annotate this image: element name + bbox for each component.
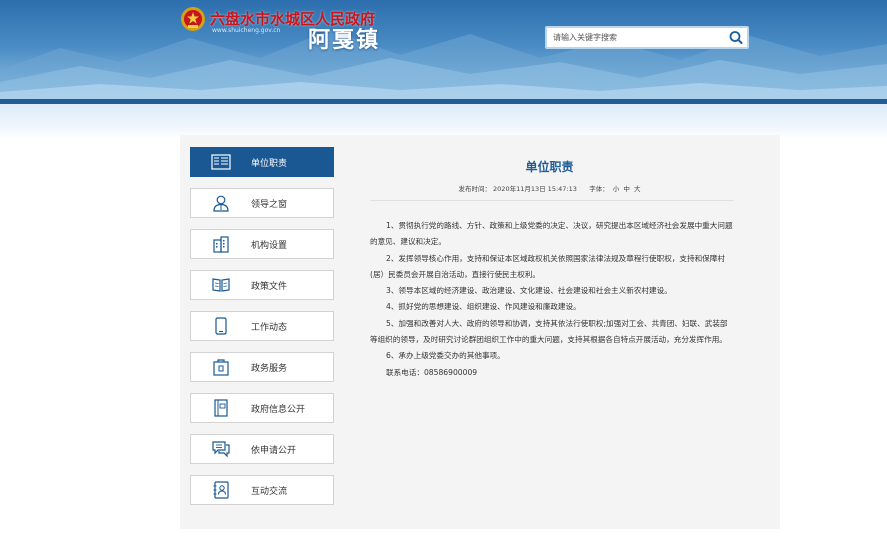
article-paragraph: 1、贯彻执行党的路线、方针、政策和上级党委的决定、决议，研究提出本区域经济社会发… (370, 221, 733, 247)
search-button[interactable] (727, 29, 745, 46)
sidebar-item-responsibilities[interactable]: 单位职责 (190, 147, 334, 177)
article-paragraph: 5、加强和改善对人大、政府的领导和协调，支持其依法行使职权;加强对工会、共青团、… (370, 318, 728, 345)
sidebar-item-label: 工作动态 (251, 322, 288, 333)
service-icon (213, 359, 229, 376)
sidebar-item-government-services[interactable]: 政务服务 (190, 352, 334, 382)
title-divider (370, 200, 734, 201)
sidebar-item-label: 依申请公开 (251, 445, 297, 456)
chat-icon (212, 441, 230, 458)
sidebar-item-work-updates[interactable]: 工作动态 (190, 311, 334, 341)
national-emblem-icon (181, 7, 205, 31)
article-paragraph: 6、承办上级党委交办的其他事项。 (386, 351, 505, 361)
site-url: www.shuicheng.gov.cn (212, 27, 281, 34)
search-icon (729, 31, 743, 44)
font-size-medium[interactable]: 中 (623, 185, 630, 193)
article-body: 1、贯彻执行党的路线、方针、政策和上级党委的决定、决议，研究提出本区域经济社会发… (370, 218, 734, 381)
person-icon (213, 195, 229, 212)
search-input[interactable] (547, 28, 723, 47)
mountain-background (0, 30, 887, 104)
sidebar-item-label: 政府信息公开 (251, 404, 306, 415)
sidebar-item-label: 机构设置 (251, 240, 288, 251)
contact-icon (213, 481, 229, 499)
sidebar-item-label: 政务服务 (251, 363, 288, 374)
font-size-label: 字体： (589, 185, 609, 193)
sidebar-item-interaction[interactable]: 互动交流 (190, 475, 334, 505)
font-size-small[interactable]: 小 (613, 185, 620, 193)
sidebar-item-label: 互动交流 (251, 486, 288, 497)
town-name: 阿戛镇 (308, 27, 381, 53)
header-band (0, 104, 887, 139)
publish-time: 2020年11月13日 15:47:13 (493, 185, 577, 193)
book-icon (212, 278, 230, 292)
info-book-icon (214, 399, 228, 417)
sidebar-item-policy-documents[interactable]: 政策文件 (190, 270, 334, 300)
contact-phone: 联系电话：08586900009 (386, 367, 478, 377)
article-paragraph: 4、抓好党的思想建设、组织建设、作风建设和廉政建设。 (386, 302, 581, 312)
article-meta: 发布时间： 2020年11月13日 15:47:13 字体： 小 中 大 (372, 183, 727, 193)
sidebar-item-label: 领导之窗 (251, 199, 288, 210)
publish-label: 发布时间： (458, 185, 492, 193)
article-title: 单位职责 (525, 160, 574, 174)
sidebar-item-application-disclosure[interactable]: 依申请公开 (190, 434, 334, 464)
building-icon (213, 236, 229, 253)
search-box (545, 26, 749, 49)
article-paragraph: 3、领导本区域的经济建设、政治建设、文化建设、社会建设和社会主义新农村建设。 (386, 286, 672, 296)
font-size-large[interactable]: 大 (634, 185, 641, 193)
article-paragraph: 2、发挥领导核心作用，支持和保证本区域政权机关依照国家法律法规及章程行使职权，支… (370, 253, 725, 279)
phone-icon (215, 317, 227, 335)
sidebar-item-label: 单位职责 (251, 158, 288, 169)
header-banner: 六盘水市水城区人民政府 www.shuicheng.gov.cn 阿戛镇 (0, 0, 887, 104)
sidebar-item-organization[interactable]: 机构设置 (190, 229, 334, 259)
sidebar-item-label: 政策文件 (251, 281, 288, 292)
sidebar-item-information-disclosure[interactable]: 政府信息公开 (190, 393, 334, 423)
list-icon (211, 154, 231, 170)
sidebar-item-leadership[interactable]: 领导之窗 (190, 188, 334, 218)
